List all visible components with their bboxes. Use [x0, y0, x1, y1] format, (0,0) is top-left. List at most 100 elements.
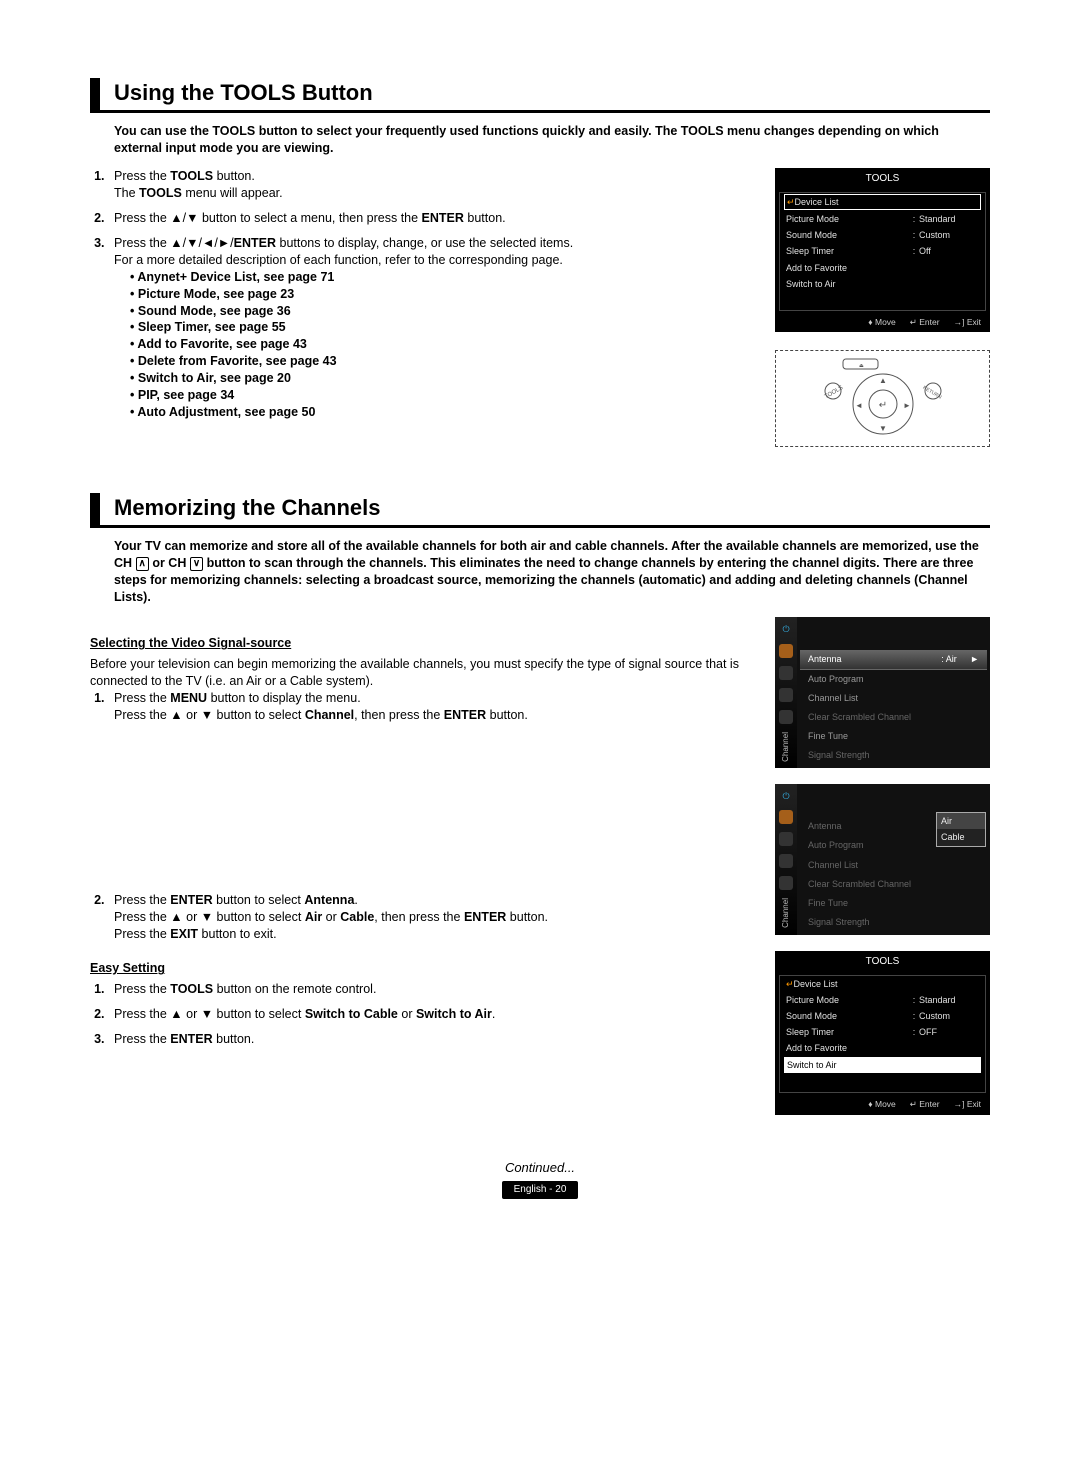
svg-text:►: ► [903, 401, 911, 410]
svg-text:⏏: ⏏ [859, 363, 864, 369]
right-column: ⏻ Channel Antenna : Air ► Auto Program C… [775, 617, 990, 1133]
text: , then press the [354, 708, 444, 722]
osd-sidebar: ⏻ Channel [775, 617, 797, 768]
osd-row: Picture Mode:Standard [780, 992, 985, 1008]
bold: TOOLS [170, 169, 213, 183]
left-column: Press the TOOLS button. The TOOLS menu w… [90, 168, 755, 428]
tools-steps: Press the TOOLS button. The TOOLS menu w… [90, 168, 755, 420]
ref-item: Switch to Air, see page 20 [130, 370, 755, 387]
colon: : [909, 994, 919, 1006]
osd-value: Custom [919, 1010, 979, 1022]
popup-option-selected: Air [937, 813, 985, 829]
osd-row-dim: Clear Scrambled Channel [800, 875, 987, 894]
text: . [354, 893, 357, 907]
osd-row-selected: Antenna : Air ► [800, 650, 987, 669]
side-label: Channel [781, 898, 792, 928]
reference-list: Anynet+ Device List, see page 71 Picture… [130, 269, 755, 421]
step-1: Press the TOOLS button on the remote con… [108, 981, 755, 998]
text: or [322, 910, 340, 924]
section-intro-memorizing: Your TV can memorize and store all of th… [114, 538, 990, 606]
bold-air: Air [305, 910, 322, 924]
colon: : [909, 1010, 919, 1022]
foot-move: ♦ Move [868, 317, 896, 328]
tools-osd-2: TOOLS ↵ Device List Picture Mode:Standar… [775, 951, 990, 1115]
side-label: Channel [781, 732, 792, 762]
osd-row-dim: Signal Strength [800, 746, 987, 765]
channel-icon [779, 810, 793, 824]
text: button. [213, 169, 255, 183]
osd-row-dim: Fine Tune [800, 894, 987, 913]
osd-label: Sleep Timer [786, 1026, 909, 1038]
bold-switch-cable: Switch to Cable [305, 1007, 398, 1021]
osd-value: Custom [919, 229, 979, 241]
text: The [114, 186, 139, 200]
ref-item: Picture Mode, see page 23 [130, 286, 755, 303]
step-1: Press the MENU button to display the men… [108, 690, 755, 724]
text: button to scan through the channels. Thi… [114, 556, 973, 604]
side-icon [779, 688, 793, 702]
osd-row-dim: Channel List [800, 856, 987, 875]
popup-option: Cable [937, 829, 985, 845]
antenna-popup: Air Cable [936, 812, 986, 846]
left-column: Selecting the Video Signal-source Before… [90, 617, 755, 1056]
svg-text:▼: ▼ [879, 424, 887, 433]
osd-row: Picture Mode:Standard [780, 211, 985, 227]
osd-row-highlight: ↵ Device List [784, 194, 981, 210]
osd-label: Antenna [808, 820, 928, 832]
text: button. [213, 1032, 255, 1046]
tools-osd-1: TOOLS ↵ Device List Picture Mode:Standar… [775, 168, 990, 332]
bold-menu: MENU [170, 691, 207, 705]
step-3: Press the ENTER button. [108, 1031, 755, 1048]
foot-enter: ↵ Enter [910, 1099, 940, 1110]
bold-enter: ENTER [464, 910, 506, 924]
easy-steps: Press the TOOLS button on the remote con… [90, 981, 755, 1048]
ref-item: Sound Mode, see page 36 [130, 303, 755, 320]
bold-tools: TOOLS [170, 982, 213, 996]
remote-svg: ⏏ TOOLS RETURN ↵ ▲ ▼ ◄ ► [788, 356, 978, 441]
section-title-memorizing: Memorizing the Channels [90, 493, 990, 528]
bold-enter: ENTER [170, 893, 212, 907]
bold: ENTER [234, 236, 276, 250]
page-footer: English - 20 [90, 1180, 990, 1199]
signal-steps-2: Press the ENTER button to select Antenna… [90, 892, 755, 943]
osd-value: Off [919, 245, 979, 257]
osd-body: ↵ Device List Picture Mode:Standard Soun… [779, 192, 986, 311]
text: Press the ▲ or ▼ button to select [114, 708, 305, 722]
remote-diagram: ⏏ TOOLS RETURN ↵ ▲ ▼ ◄ ► [775, 350, 990, 447]
colon: : [909, 229, 919, 241]
bold-cable: Cable [340, 910, 374, 924]
side-icon [779, 832, 793, 846]
osd-main: Antenna Auto Program Channel List Clear … [797, 784, 990, 935]
right-column: TOOLS ↵ Device List Picture Mode:Standar… [775, 168, 990, 465]
text: . [492, 1007, 495, 1021]
ref-item: Sleep Timer, see page 55 [130, 319, 755, 336]
osd-body: ↵ Device List Picture Mode:Standard Soun… [779, 975, 986, 1094]
osd-row: Sleep Timer:OFF [780, 1024, 985, 1040]
step-3: Press the ▲/▼/◄/►/ENTER buttons to displ… [108, 235, 755, 421]
subhead-easy-setting: Easy Setting [90, 960, 755, 977]
osd-label: Add to Favorite [786, 262, 979, 274]
colon: : [909, 245, 919, 257]
bold-antenna: Antenna [304, 893, 354, 907]
section-intro-tools: You can use the TOOLS button to select y… [114, 123, 990, 157]
section-title-tools: Using the TOOLS Button [90, 78, 990, 113]
chevron-right-icon: ► [970, 653, 979, 665]
channel-osd-1: ⏻ Channel Antenna : Air ► Auto Program C… [775, 617, 990, 768]
text: or CH [149, 556, 190, 570]
osd-row: Sound Mode:Custom [780, 1008, 985, 1024]
osd-label: Device List [795, 196, 978, 208]
text: Press the [114, 893, 170, 907]
osd-row: Add to Favorite [780, 260, 985, 276]
osd-row: Switch to Air [780, 276, 985, 292]
step-2: Press the ▲/▼ button to select a menu, t… [108, 210, 755, 227]
colon: : [909, 213, 919, 225]
step-2: Press the ▲ or ▼ button to select Switch… [108, 1006, 755, 1023]
bold: TOOLS [139, 186, 182, 200]
osd-value: Standard [919, 994, 979, 1006]
osd-label: Picture Mode [786, 994, 909, 1006]
subhead-text: Before your television can begin memoriz… [90, 656, 755, 690]
bold-exit: EXIT [170, 927, 198, 941]
enter-icon: ↵ [787, 196, 795, 208]
side-icon [779, 876, 793, 890]
text: Press the [114, 982, 170, 996]
